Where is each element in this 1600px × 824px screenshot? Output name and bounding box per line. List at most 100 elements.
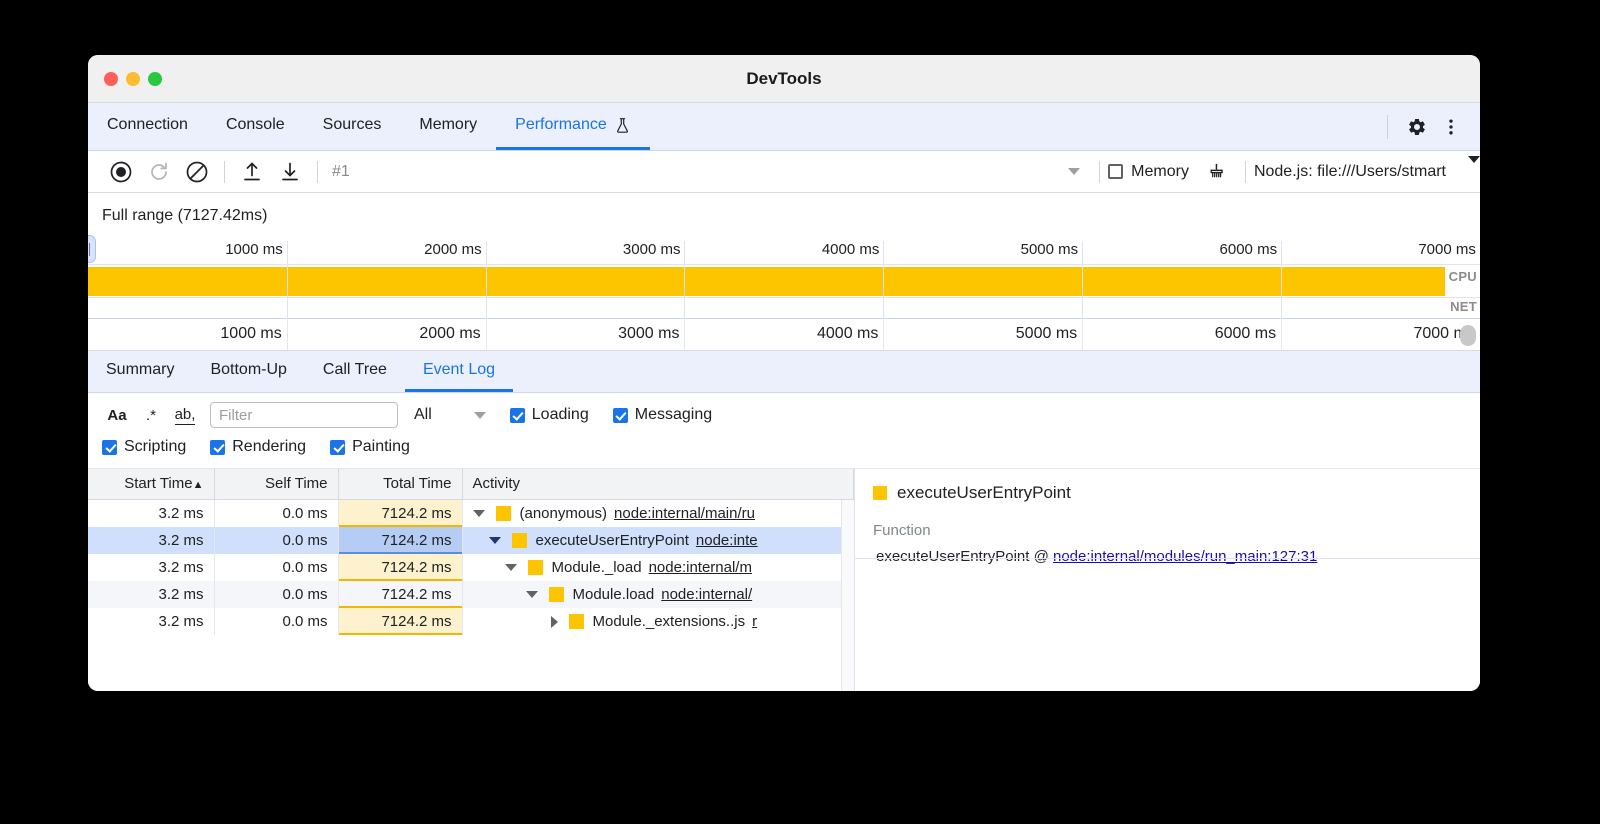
column-header-total-time[interactable]: Total Time: [338, 469, 462, 500]
record-button[interactable]: [102, 153, 140, 191]
cell-self-time: 0.0 ms: [214, 527, 338, 554]
net-band: NET: [88, 298, 1480, 319]
gear-icon: [1407, 117, 1427, 137]
overview-bands[interactable]: CPU NET: [88, 265, 1480, 319]
duration-filter-label: All: [414, 406, 432, 424]
filter-checkbox-loading[interactable]: Loading: [510, 406, 589, 424]
filter-input[interactable]: [210, 402, 398, 428]
expander-open-icon[interactable]: [526, 591, 538, 598]
clear-recording-button[interactable]: [178, 153, 216, 191]
whole-word-button[interactable]: ab,: [168, 400, 202, 430]
cell-self-time: 0.0 ms: [214, 581, 338, 608]
chevron-down-icon-duration: [474, 412, 486, 419]
download-icon: [278, 160, 302, 184]
load-profile-button[interactable]: [233, 153, 271, 191]
filter-checkbox-scripting[interactable]: Scripting: [102, 438, 186, 456]
tab-call-tree-label: Call Tree: [323, 361, 387, 379]
table-row[interactable]: 3.2 ms 0.0 ms 7124.2 ms Module._extensio…: [88, 608, 854, 635]
tab-event-log[interactable]: Event Log: [405, 351, 513, 392]
memory-checkbox[interactable]: Memory: [1108, 163, 1189, 181]
collect-garbage-button[interactable]: [1199, 153, 1237, 191]
tab-connection-label: Connection: [107, 116, 188, 134]
save-profile-button[interactable]: [271, 153, 309, 191]
cell-self-time: 0.0 ms: [214, 554, 338, 581]
more-vertical-icon: [1441, 117, 1461, 137]
table-row[interactable]: 3.2 ms 0.0 ms 7124.2 ms Module._load nod…: [88, 554, 854, 581]
cpu-activity-fill: [88, 267, 1445, 296]
column-header-start-time-label: Start Time: [124, 475, 192, 492]
target-label: Node.js: file:///Users/stmart: [1254, 163, 1446, 181]
filter-checkbox-painting[interactable]: Painting: [330, 438, 410, 456]
tab-performance[interactable]: Performance: [496, 103, 650, 150]
tab-bottom-up[interactable]: Bottom-Up: [192, 351, 304, 392]
toolbar-divider-2: [317, 161, 318, 183]
column-header-self-time-label: Self Time: [265, 475, 328, 492]
activity-source-link[interactable]: node:inte: [696, 532, 758, 549]
tab-memory-label: Memory: [419, 116, 477, 134]
cell-activity: Module._load node:internal/m: [462, 554, 854, 581]
ruler-top-tick: 4000 ms: [822, 241, 880, 258]
column-header-activity[interactable]: Activity: [462, 469, 854, 500]
cpu-band: CPU: [88, 265, 1480, 298]
detail-color-swatch: [873, 486, 887, 500]
table-row[interactable]: 3.2 ms 0.0 ms 7124.2 ms Module.load node…: [88, 581, 854, 608]
table-row[interactable]: 3.2 ms 0.0 ms 7124.2 ms (anonymous) node…: [88, 500, 854, 528]
activity-name: Module.load: [573, 586, 655, 603]
match-case-button[interactable]: Aa: [100, 400, 134, 430]
overview-ruler-top: 1000 ms 2000 ms 3000 ms 4000 ms 5000 ms …: [88, 237, 1480, 265]
memory-checkbox-label: Memory: [1131, 163, 1189, 181]
filter-checkbox-rendering-label: Rendering: [232, 438, 306, 456]
cell-start-time: 3.2 ms: [88, 527, 214, 554]
target-dropdown-button[interactable]: [1468, 163, 1480, 181]
activity-source-link[interactable]: node:internal/: [661, 586, 752, 603]
toolbar-divider-3: [1099, 161, 1100, 183]
detail-source-link[interactable]: node:internal/modules/run_main:127:31: [1053, 548, 1317, 565]
filter-checkbox-loading-label: Loading: [532, 406, 589, 424]
reload-and-record-button[interactable]: [140, 153, 178, 191]
minimize-window-button[interactable]: [126, 72, 140, 86]
expander-open-icon[interactable]: [505, 564, 517, 571]
table-vertical-scrollbar[interactable]: [841, 500, 854, 691]
cell-total-time: 7124.2 ms: [338, 554, 462, 581]
tab-summary[interactable]: Summary: [88, 351, 192, 392]
tab-call-tree[interactable]: Call Tree: [305, 351, 405, 392]
close-window-button[interactable]: [104, 72, 118, 86]
expander-open-icon[interactable]: [489, 537, 501, 544]
window-title: DevTools: [88, 55, 1480, 103]
cell-start-time: 3.2 ms: [88, 608, 214, 635]
details-tabstrip: Summary Bottom-Up Call Tree Event Log: [88, 351, 1480, 393]
panel-tabstrip: Connection Console Sources Memory Perfor…: [88, 103, 1480, 151]
activity-source-link[interactable]: node:internal/main/ru: [614, 505, 755, 522]
more-options-button[interactable]: [1436, 112, 1466, 142]
cell-total-time: 7124.2 ms: [338, 527, 462, 554]
event-log-filterbar: Aa .* ab, All Loading Messaging: [88, 393, 1480, 469]
activity-source-link[interactable]: r: [752, 613, 757, 630]
settings-button[interactable]: [1402, 112, 1432, 142]
column-header-self-time[interactable]: Self Time: [214, 469, 338, 500]
event-color-swatch: [528, 560, 543, 575]
ruler-top-tick: 3000 ms: [623, 241, 681, 258]
activity-source-link[interactable]: node:internal/m: [649, 559, 752, 576]
overview-range-handle-left[interactable]: [88, 235, 96, 263]
event-log-table: Start Time▲ Self Time Total Time Activit…: [88, 469, 854, 635]
filter-checkbox-rendering[interactable]: Rendering: [210, 438, 306, 456]
cell-start-time: 3.2 ms: [88, 581, 214, 608]
tab-sources-label: Sources: [323, 116, 382, 134]
session-dropdown-button[interactable]: [1057, 168, 1091, 175]
expander-open-icon[interactable]: [473, 510, 485, 517]
filter-checkbox-messaging[interactable]: Messaging: [613, 406, 712, 424]
duration-filter-dropdown[interactable]: All: [414, 406, 486, 424]
regex-button[interactable]: .*: [134, 400, 168, 430]
detail-divider: [855, 558, 1480, 559]
expander-closed-icon[interactable]: [551, 616, 558, 628]
column-header-start-time[interactable]: Start Time▲: [88, 469, 214, 500]
event-color-swatch: [549, 587, 564, 602]
table-row[interactable]: 3.2 ms 0.0 ms 7124.2 ms executeUserEntry…: [88, 527, 854, 554]
tab-memory[interactable]: Memory: [400, 103, 496, 150]
tab-console[interactable]: Console: [207, 103, 304, 150]
tab-connection[interactable]: Connection: [88, 103, 207, 150]
timeline-scrollbar-thumb[interactable]: [1460, 325, 1476, 346]
tab-sources[interactable]: Sources: [304, 103, 401, 150]
event-color-swatch: [496, 506, 511, 521]
zoom-window-button[interactable]: [148, 72, 162, 86]
